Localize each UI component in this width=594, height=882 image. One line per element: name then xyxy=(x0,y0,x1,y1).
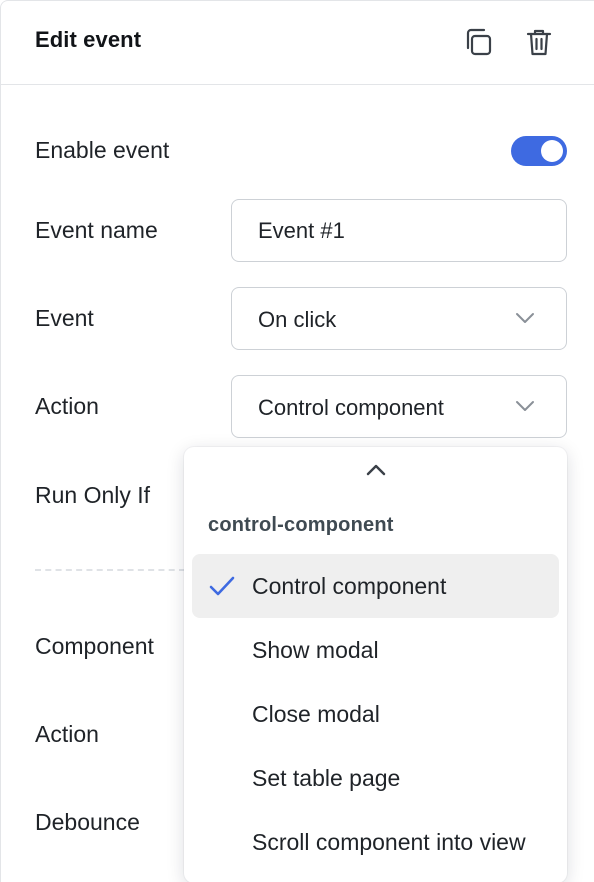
panel-title: Edit event xyxy=(35,27,142,52)
panel-header: Edit event xyxy=(1,1,594,85)
event-label: Event xyxy=(35,305,94,331)
action-select[interactable]: Control component xyxy=(231,375,567,438)
action-select-value: Control component xyxy=(258,395,444,420)
run-only-if-label: Run Only If xyxy=(35,482,151,508)
dropdown-option-close-modal[interactable]: Close modal xyxy=(192,682,559,746)
edit-event-panel: Edit event Enable event Event name Event xyxy=(0,0,594,882)
action-label: Action xyxy=(35,393,99,419)
action-secondary-label: Action xyxy=(35,721,99,747)
dropdown-option-set-table-page[interactable]: Set table page xyxy=(192,746,559,810)
debounce-label: Debounce xyxy=(35,809,140,835)
dropdown-option-show-modal[interactable]: Show modal xyxy=(192,618,559,682)
event-name-field[interactable] xyxy=(231,199,567,262)
dropdown-option-label: Show modal xyxy=(252,637,379,663)
dropdown-option-scroll-into-view[interactable]: Scroll component into view xyxy=(192,810,559,874)
chevron-up-icon[interactable] xyxy=(364,461,388,479)
enable-event-label: Enable event xyxy=(35,137,170,163)
component-label: Component xyxy=(35,633,154,659)
dropdown-option-control-component[interactable]: Control component xyxy=(192,554,559,618)
check-icon xyxy=(209,576,235,596)
event-select-value: On click xyxy=(258,307,337,332)
toggle-knob xyxy=(541,140,563,162)
section-divider xyxy=(35,569,185,571)
chevron-down-icon xyxy=(516,401,534,411)
event-name-input[interactable] xyxy=(258,218,538,244)
dropdown-option-label: Scroll component into view xyxy=(252,829,526,855)
dropdown-option-label: Set table page xyxy=(252,765,401,791)
copy-icon[interactable] xyxy=(461,25,495,59)
event-name-label: Event name xyxy=(35,217,158,243)
enable-event-toggle[interactable] xyxy=(511,136,567,166)
dropdown-group-label: control-component xyxy=(208,514,394,536)
action-dropdown-menu: control-component Control component Show… xyxy=(184,447,567,882)
dropdown-option-label: Close modal xyxy=(252,701,380,727)
chevron-down-icon xyxy=(516,313,534,323)
event-select[interactable]: On click xyxy=(231,287,567,350)
dropdown-option-label: Control component xyxy=(252,573,447,599)
trash-icon[interactable] xyxy=(522,25,556,59)
